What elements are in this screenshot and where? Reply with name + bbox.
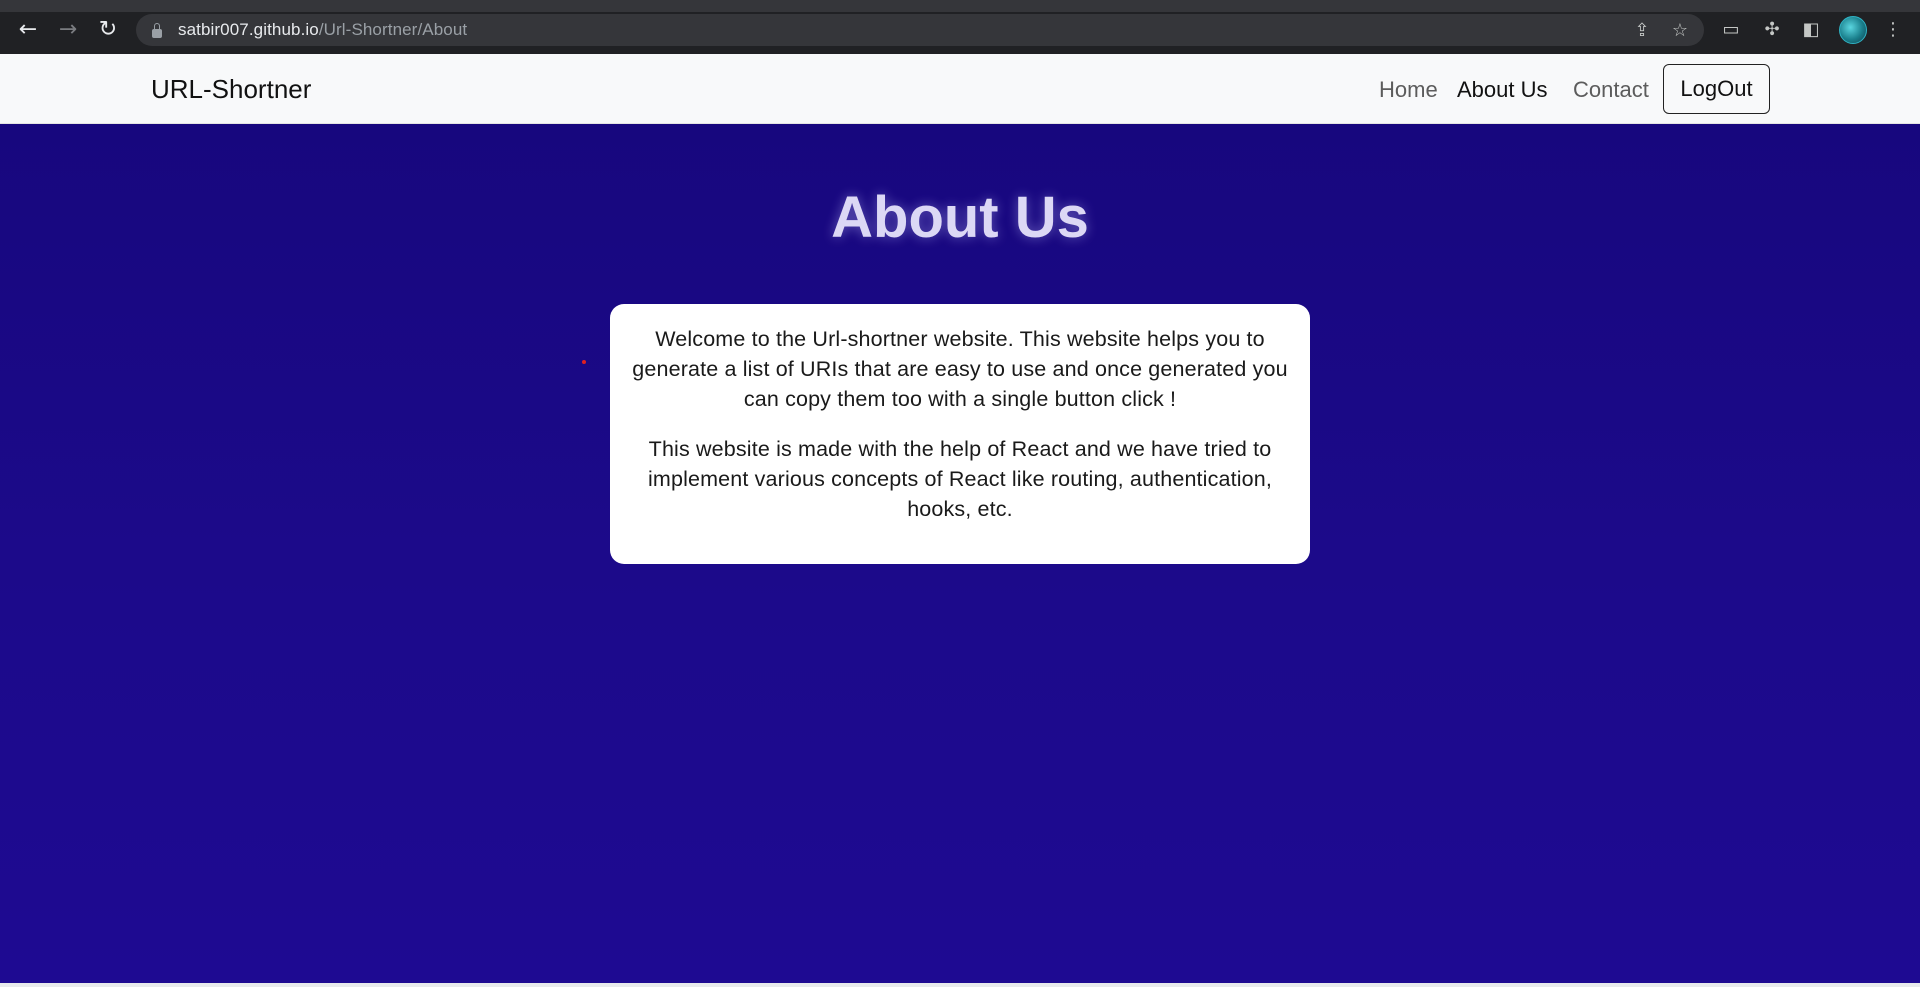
forward-arrow-icon[interactable]: → xyxy=(54,15,82,43)
brand-logo[interactable]: URL-Shortner xyxy=(151,74,311,105)
star-icon[interactable]: ☆ xyxy=(1668,14,1692,46)
side-panel-icon[interactable]: ◧ xyxy=(1798,16,1824,42)
share-icon[interactable]: ⇪ xyxy=(1630,14,1654,46)
page-title: About Us xyxy=(831,185,1089,250)
lock-icon[interactable] xyxy=(152,22,162,38)
window-bottom-edge xyxy=(0,983,1920,987)
nav-link-contact[interactable]: Contact xyxy=(1573,77,1649,103)
tab-strip xyxy=(0,0,1920,12)
logout-button[interactable]: LogOut xyxy=(1663,64,1770,114)
main-content: About Us Welcome to the Url-shortner web… xyxy=(0,124,1920,987)
url-text[interactable]: satbir007.github.io/Url-Shortner/About xyxy=(178,20,467,40)
nav-link-home[interactable]: Home xyxy=(1379,77,1438,103)
site-navbar: URL-Shortner Home About Us Contact LogOu… xyxy=(0,54,1920,124)
cursor-dot xyxy=(582,360,586,364)
about-paragraph-2: This website is made with the help of Re… xyxy=(647,437,1273,521)
nav-link-about[interactable]: About Us xyxy=(1457,77,1548,103)
avatar[interactable] xyxy=(1839,16,1867,44)
kebab-menu-icon[interactable]: ⋮ xyxy=(1880,16,1906,42)
url-path: /Url-Shortner/About xyxy=(318,20,468,39)
puzzle-icon[interactable]: ✣ xyxy=(1759,16,1785,42)
about-card: Welcome to the Url-shortner website. Thi… xyxy=(610,304,1310,564)
back-arrow-icon[interactable]: ← xyxy=(14,15,42,43)
browser-toolbar: ← → ↻ satbir007.github.io/Url-Shortner/A… xyxy=(0,0,1920,54)
url-host: satbir007.github.io xyxy=(178,20,319,39)
cast-icon[interactable]: ▭ xyxy=(1718,16,1744,42)
about-paragraph-1: Welcome to the Url-shortner website. Thi… xyxy=(632,327,1288,411)
reload-icon[interactable]: ↻ xyxy=(94,15,122,43)
address-bar[interactable]: satbir007.github.io/Url-Shortner/About ⇪… xyxy=(136,14,1704,46)
